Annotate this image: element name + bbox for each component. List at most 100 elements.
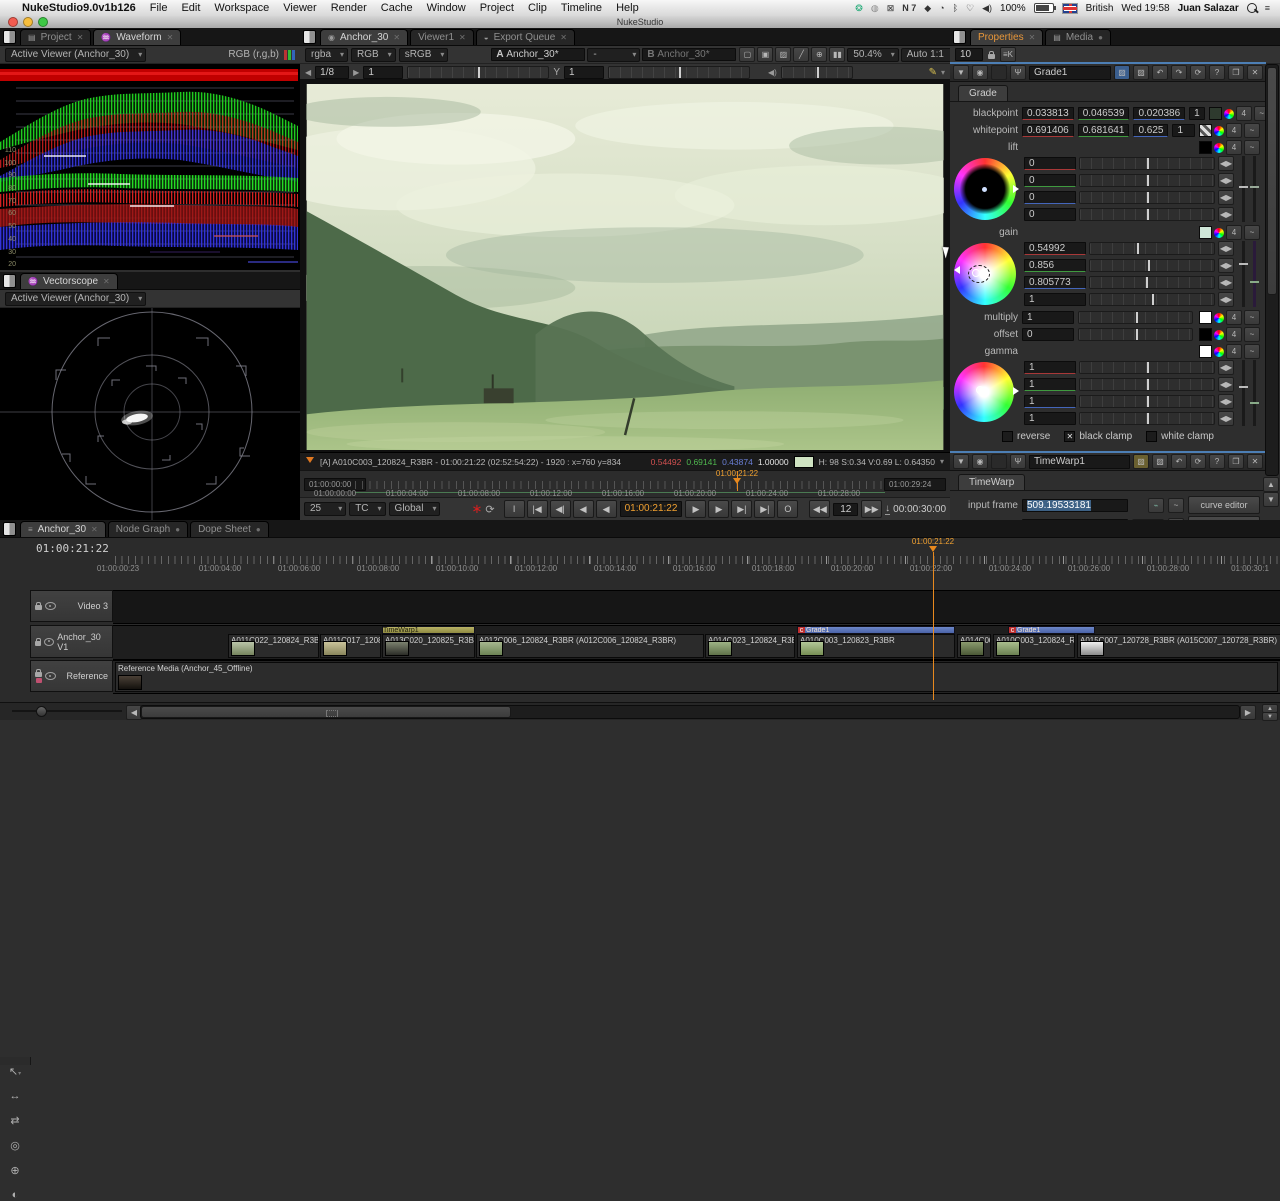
gain-r-slider[interactable] [1089, 242, 1215, 255]
scroll-right-icon[interactable]: ▶ [1240, 705, 1256, 720]
lift-a-slider[interactable] [1079, 208, 1215, 221]
offset-wheel-icon[interactable] [1214, 330, 1224, 340]
step-back-button[interactable]: ◀◀ [809, 500, 830, 518]
export-duration-icon[interactable]: ↓ [885, 503, 890, 515]
viewer-ruler-ticks[interactable] [355, 481, 885, 489]
ripple-tool-icon[interactable]: ⊕ [10, 1164, 19, 1177]
annotation-pencil-icon[interactable]: ✎ [929, 67, 937, 78]
viewer-range-end[interactable]: 01:00:29:24 [884, 478, 946, 491]
scroll-up-icon[interactable]: ▲ [1263, 477, 1279, 492]
gain-curve-icon[interactable]: ~ [1244, 225, 1260, 240]
gamma-color-wheel[interactable] [954, 362, 1014, 422]
close-icon[interactable]: ✕ [1029, 33, 1036, 42]
waveform-channel-mode[interactable]: RGB (r,g,b) [228, 49, 279, 60]
tab-dope-sheet[interactable]: Dope Sheet● [190, 521, 269, 537]
lift-wheel-icon[interactable] [1214, 143, 1224, 153]
tab-waveform[interactable]: ♒ Waveform✕ [93, 29, 181, 45]
offset-channels-button[interactable]: 4 [1226, 327, 1242, 342]
checker-icon[interactable]: ▨ [775, 47, 791, 62]
loop-mode-icon[interactable]: ⟳ [485, 503, 494, 516]
tab-timeline-anchor30[interactable]: ≡ Anchor_30✕ [20, 521, 106, 537]
lift-channels-button[interactable]: 4 [1226, 140, 1242, 155]
black-clamp-checkbox[interactable]: ✕ [1064, 431, 1075, 442]
close-panel-icon[interactable]: ✕ [1247, 454, 1263, 469]
heart-icon[interactable]: ♡ [966, 3, 974, 14]
menu-item[interactable]: File [150, 2, 168, 14]
boxed-x-icon[interactable]: ⊠ [887, 3, 895, 14]
lock-icon[interactable] [35, 641, 41, 646]
viewer-input-a[interactable]: A Anchor_30* [491, 48, 585, 61]
pause-icon[interactable]: ▮▮ [829, 47, 845, 62]
channel-unmask-icon[interactable]: ▨ [1152, 454, 1168, 469]
undo-icon[interactable]: ↶ [1171, 454, 1187, 469]
reference-clip[interactable]: Reference Media (Anchor_45_Offline) [115, 662, 1278, 692]
close-icon[interactable]: ✕ [167, 33, 174, 42]
spotlight-icon[interactable] [1247, 3, 1257, 13]
lift-g-field[interactable]: 0 [1024, 174, 1076, 187]
keyboard-flag-icon[interactable] [1062, 3, 1078, 14]
lift-b-nudge[interactable]: ◀▶ [1218, 190, 1234, 205]
gain-channels-button[interactable]: 4 [1226, 225, 1242, 240]
menu-item[interactable]: Window [427, 2, 466, 14]
transport-button[interactable]: ◀ [596, 500, 617, 518]
multiply-channels-button[interactable]: 4 [1226, 310, 1242, 325]
viewer-stage[interactable] [300, 79, 950, 452]
gamma-a-field[interactable]: 1 [1024, 412, 1076, 425]
transport-button[interactable]: ◀ [573, 500, 594, 518]
center-node-icon[interactable]: ◉ [972, 65, 988, 80]
downrez-prev-icon[interactable]: ◀ [305, 68, 311, 77]
n7-icon[interactable]: N 7 [902, 3, 916, 13]
lift-a-field[interactable]: 0 [1024, 208, 1076, 221]
track-lane-anchor30v1[interactable]: A011C022_120824_R3BR A011C017_120824_ A0… [113, 625, 1280, 660]
trim-tool-icon[interactable]: ↔ [10, 1090, 21, 1102]
waveform-scope[interactable]: 1101009080706050403020100-10-20 [0, 64, 300, 270]
input-frame-anim-icon[interactable]: ⌁ [1148, 498, 1164, 513]
gamma-g-field[interactable]: 1 [1024, 378, 1076, 391]
close-icon[interactable]: ✕ [77, 33, 84, 42]
vectorscope-viewer-select[interactable]: Active Viewer (Anchor_30) [5, 292, 146, 306]
multiply-slider[interactable] [1078, 311, 1193, 324]
tab-media[interactable]: ▤ Media● [1045, 29, 1111, 45]
downrez-next-icon[interactable]: ▶ [353, 68, 359, 77]
gamma-b-nudge[interactable]: ◀▶ [1218, 394, 1234, 409]
lock-icon[interactable] [35, 605, 42, 610]
white-clamp-checkbox[interactable] [1146, 431, 1157, 442]
timeline-scrollbar[interactable] [140, 705, 1240, 719]
gamma-a-slider[interactable] [1079, 412, 1215, 425]
gain-g-slider[interactable] [1089, 259, 1215, 272]
max-panels-field[interactable]: 10 [955, 48, 983, 61]
offset-field[interactable]: 0 [1022, 328, 1074, 341]
timecode-mode-select[interactable]: TC [349, 502, 385, 516]
close-icon[interactable]: ✕ [393, 33, 400, 42]
gain-r-field[interactable]: 0.54992 [1024, 242, 1086, 255]
volume-slider[interactable] [781, 66, 853, 79]
transport-button[interactable]: ▶ [685, 500, 706, 518]
menu-item[interactable]: Project [480, 2, 514, 14]
roll-tool-icon[interactable]: ◎ [10, 1139, 20, 1152]
close-icon[interactable]: ✕ [103, 277, 110, 286]
gamma-curve-icon[interactable]: ~ [1244, 344, 1260, 359]
gain-swatch[interactable] [1199, 226, 1212, 239]
menubar-clock[interactable]: Wed 19:58 [1121, 3, 1169, 14]
timeline-ruler[interactable] [115, 556, 1280, 564]
viewer-timeline[interactable]: 01:00:00:00 01:00:00:0001:00:04:0001:00:… [300, 470, 950, 498]
bluetooth-icon[interactable]: ᛒ [953, 3, 958, 13]
panel-menu-button[interactable] [953, 30, 966, 44]
whitepoint-swatch[interactable] [1199, 124, 1212, 137]
range-mode-select[interactable]: Global [389, 502, 441, 516]
lift-g-nudge[interactable]: ◀▶ [1218, 173, 1234, 188]
panel-menu-button[interactable] [303, 30, 316, 44]
retime-tool-icon[interactable]: ◐ [12, 1189, 19, 1201]
menu-item[interactable]: Help [616, 2, 639, 14]
revert-icon[interactable]: ⟳ [1190, 454, 1206, 469]
lift-vertical-sliders[interactable] [1238, 156, 1260, 222]
whitepoint-curve-icon[interactable]: ~ [1244, 123, 1260, 138]
gamma-g-slider[interactable] [1079, 378, 1215, 391]
multiply-swatch[interactable] [1199, 311, 1212, 324]
multiply-field[interactable]: 1 [1022, 311, 1074, 324]
multiply-curve-icon[interactable]: ~ [1244, 310, 1260, 325]
menu-item[interactable]: Edit [181, 2, 200, 14]
menu-item[interactable]: Clip [528, 2, 547, 14]
waveform-viewer-select[interactable]: Active Viewer (Anchor_30) [5, 48, 146, 62]
gain-b-nudge[interactable]: ◀▶ [1218, 275, 1234, 290]
